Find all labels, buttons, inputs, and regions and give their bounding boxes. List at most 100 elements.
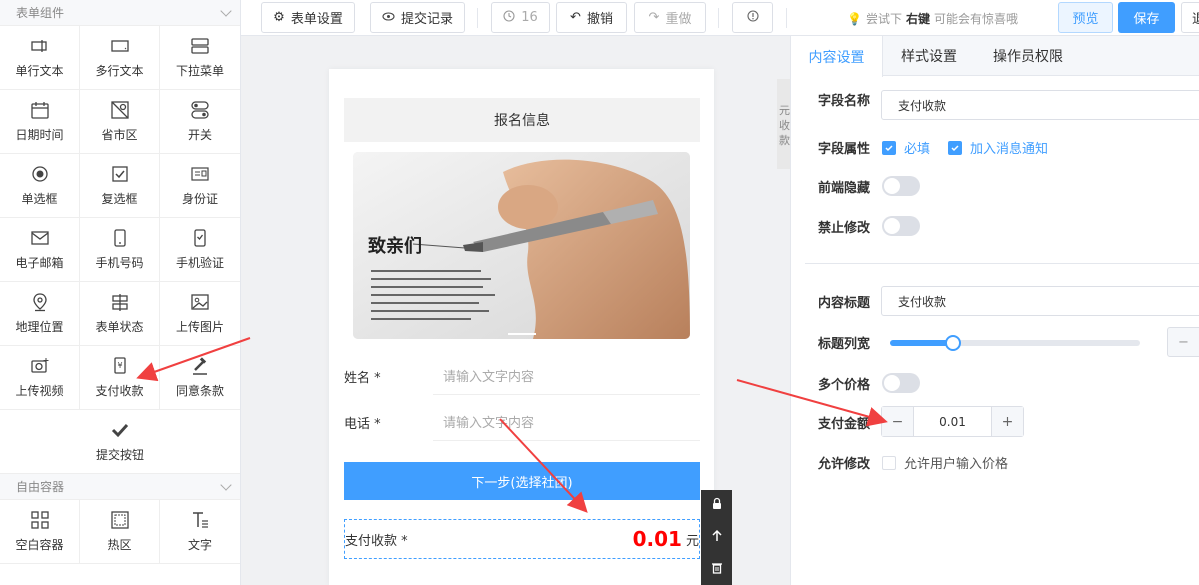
component-label: 省市区 — [101, 128, 138, 142]
no-edit-label: 禁止修改 — [818, 220, 871, 236]
required-checkbox[interactable] — [882, 140, 896, 155]
preview-button[interactable]: 预览 — [1058, 2, 1113, 33]
component-single-line-text[interactable]: 单行文本 — [0, 26, 80, 90]
toolbar-divider — [718, 8, 719, 28]
banner-image[interactable]: 致亲们 — [353, 152, 690, 339]
element-tools — [701, 490, 732, 585]
stepper-plus-button[interactable]: + — [992, 407, 1023, 436]
save-button[interactable]: 保存 — [1118, 2, 1175, 33]
component-checkbox[interactable]: 复选框 — [80, 154, 160, 218]
field-attr-row: 字段属性 必填 加入消息通知 — [818, 138, 1066, 157]
form-settings-button[interactable]: ⚙ 表单设置 — [261, 2, 355, 33]
stepper-value[interactable]: 0.01 — [913, 407, 992, 436]
component-label: 日期时间 — [15, 128, 64, 142]
upload-image-icon — [190, 292, 210, 312]
blank-container-icon — [30, 510, 50, 530]
decrease-width-button[interactable]: − — [1167, 327, 1199, 357]
slider-handle[interactable] — [945, 335, 961, 351]
component-id-card[interactable]: 身份证 — [160, 154, 240, 218]
component-multi-line-text[interactable]: 多行文本 — [80, 26, 160, 90]
calendar-icon — [30, 100, 50, 120]
history-button[interactable]: 16 — [491, 2, 550, 33]
top-toolbar: ⚙ 表单设置 提交记录 16 ↶ 撤销 ↷ 重做 💡 尝试下 右键 可能会有惊喜… — [241, 0, 1199, 36]
chevron-down-icon — [220, 4, 232, 17]
redo-button[interactable]: ↷ 重做 — [634, 2, 706, 33]
component-region[interactable]: 省市区 — [80, 90, 160, 154]
component-switch[interactable]: 开关 — [160, 90, 240, 154]
component-upload-video[interactable]: 上传视频 — [0, 346, 80, 410]
settings-panel: 内容设置 样式设置 操作员权限 字段名称 支付收款 字段属性 必填 加入消息通知… — [790, 36, 1199, 585]
section-divider — [805, 263, 1199, 264]
content-title-input[interactable]: 支付收款 — [881, 286, 1199, 316]
allow-edit-option: 允许用户输入价格 — [904, 457, 1009, 472]
phone-icon — [110, 228, 130, 248]
allow-edit-checkbox[interactable] — [882, 455, 896, 470]
component-blank-container[interactable]: 空白容器 — [0, 500, 80, 564]
component-agree-terms[interactable]: 同意条款 — [160, 346, 240, 410]
component-sidebar: 表单组件 单行文本 多行文本 下拉菜单 日期时间 省市区 开关 单选框 复选框 … — [0, 0, 241, 585]
frontend-hide-row: 前端隐藏 — [818, 176, 920, 196]
lightbulb-icon: 💡 — [847, 11, 862, 26]
field-attr-label: 字段属性 — [818, 142, 871, 157]
tab-content-settings[interactable]: 内容设置 — [791, 36, 883, 77]
component-label: 上传视频 — [15, 384, 64, 398]
phone-field-row: 电话 * 请输入文字内容 — [344, 403, 700, 441]
free-containers-header[interactable]: 自由容器 — [0, 474, 240, 500]
payment-unit: 元 — [685, 533, 699, 549]
component-dropdown-menu[interactable]: 下拉菜单 — [160, 26, 240, 90]
field-name-input[interactable]: 支付收款 — [881, 90, 1199, 120]
multi-price-toggle[interactable] — [882, 373, 920, 393]
title-width-label: 标题列宽 — [818, 337, 871, 352]
component-phone-number[interactable]: 手机号码 — [80, 218, 160, 282]
submit-records-button[interactable]: 提交记录 — [370, 2, 465, 33]
tab-operator-permissions[interactable]: 操作员权限 — [976, 36, 1080, 76]
content-title-row: 内容标题 — [818, 292, 882, 311]
trash-icon[interactable] — [711, 561, 723, 578]
component-date-time[interactable]: 日期时间 — [0, 90, 80, 154]
required-label: 必填 — [904, 142, 931, 157]
undo-icon: ↶ — [570, 10, 581, 25]
exit-button[interactable]: 退 — [1181, 2, 1199, 33]
component-upload-image[interactable]: 上传图片 — [160, 282, 240, 346]
form-header[interactable]: 报名信息 — [344, 98, 700, 142]
component-radio[interactable]: 单选框 — [0, 154, 80, 218]
toolbar-divider — [786, 8, 787, 28]
info-button[interactable] — [732, 2, 773, 33]
checkmark-icon — [110, 420, 130, 440]
payment-label: 支付收款 * — [345, 533, 408, 549]
collapsed-strip[interactable]: 元收款 — [777, 79, 790, 169]
no-edit-toggle[interactable] — [882, 216, 920, 236]
phone-input[interactable]: 请输入文字内容 — [433, 403, 700, 441]
payment-icon: ¥ — [110, 356, 130, 376]
lock-icon[interactable] — [711, 497, 723, 514]
component-email[interactable]: 电子邮箱 — [0, 218, 80, 282]
undo-button[interactable]: ↶ 撤销 — [556, 2, 627, 33]
allow-edit-label: 允许修改 — [818, 457, 871, 472]
payment-field[interactable]: 支付收款 * 0.01 元 — [344, 519, 700, 559]
multi-price-row: 多个价格 — [818, 373, 920, 393]
name-input[interactable]: 请输入文字内容 — [433, 357, 700, 395]
component-payment[interactable]: ¥ 支付收款 — [80, 346, 160, 410]
component-submit-button[interactable]: 提交按钮 — [0, 410, 240, 474]
component-phone-verify[interactable]: 手机验证 — [160, 218, 240, 282]
next-step-button[interactable]: 下一步(选择社团) — [344, 462, 700, 500]
multi-line-text-icon — [110, 36, 130, 56]
component-form-status[interactable]: 表单状态 — [80, 282, 160, 346]
frontend-hide-toggle[interactable] — [882, 176, 920, 196]
component-label: 下拉菜单 — [175, 64, 224, 78]
component-label: 上传图片 — [175, 320, 224, 334]
component-label: 单选框 — [21, 192, 58, 206]
component-text[interactable]: 文字 — [160, 500, 240, 564]
payment-amount: 0.01 — [632, 527, 682, 551]
notify-checkbox[interactable] — [948, 140, 963, 155]
form-components-header[interactable]: 表单组件 — [0, 0, 240, 26]
component-location[interactable]: 地理位置 — [0, 282, 80, 346]
tab-style-settings[interactable]: 样式设置 — [883, 36, 975, 76]
id-card-icon — [190, 164, 210, 184]
title-width-slider[interactable] — [890, 335, 1140, 351]
stepper-minus-button[interactable]: − — [882, 407, 913, 436]
radio-icon — [30, 164, 50, 184]
component-hotspot[interactable]: 热区 — [80, 500, 160, 564]
phone-label: 电话 * — [344, 416, 381, 432]
arrow-up-icon[interactable] — [711, 529, 723, 546]
